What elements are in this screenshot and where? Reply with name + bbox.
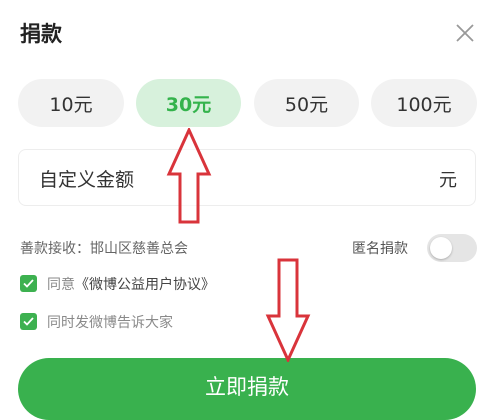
agreement-text: 同意《微博公益用户协议》 xyxy=(47,274,215,294)
custom-amount-field[interactable]: 自定义金额 元 xyxy=(18,149,476,206)
amount-option-100[interactable]: 100元 xyxy=(371,79,477,127)
agreement-checkbox[interactable] xyxy=(20,275,37,292)
custom-amount-label: 自定义金额 xyxy=(39,169,135,191)
close-icon[interactable] xyxy=(452,20,478,46)
amount-option-10[interactable]: 10元 xyxy=(18,79,124,127)
annotation-arrow-down-icon xyxy=(265,258,311,362)
checkmark-icon xyxy=(23,317,34,326)
page-title: 捐款 xyxy=(20,22,62,46)
share-text: 同时发微博告诉大家 xyxy=(47,315,173,331)
anonymous-toggle[interactable] xyxy=(427,234,477,262)
anonymous-label: 匿名捐款 xyxy=(352,241,408,257)
custom-amount-unit: 元 xyxy=(439,170,457,191)
amount-option-50[interactable]: 50元 xyxy=(254,79,359,127)
share-checkbox[interactable] xyxy=(20,313,37,330)
donate-button[interactable]: 立即捐款 xyxy=(18,358,476,420)
amount-option-30[interactable]: 30元 xyxy=(136,79,241,127)
toggle-knob xyxy=(430,237,452,259)
annotation-arrow-up-icon xyxy=(166,128,212,224)
checkmark-icon xyxy=(23,279,34,288)
receiver-text: 善款接收：邯山区慈善总会 xyxy=(20,241,188,257)
agreement-link[interactable]: 《微博公益用户协议》 xyxy=(75,277,215,293)
amount-options: 10元 30元 50元 100元 xyxy=(18,79,477,127)
agreement-prefix: 同意 xyxy=(47,277,75,293)
